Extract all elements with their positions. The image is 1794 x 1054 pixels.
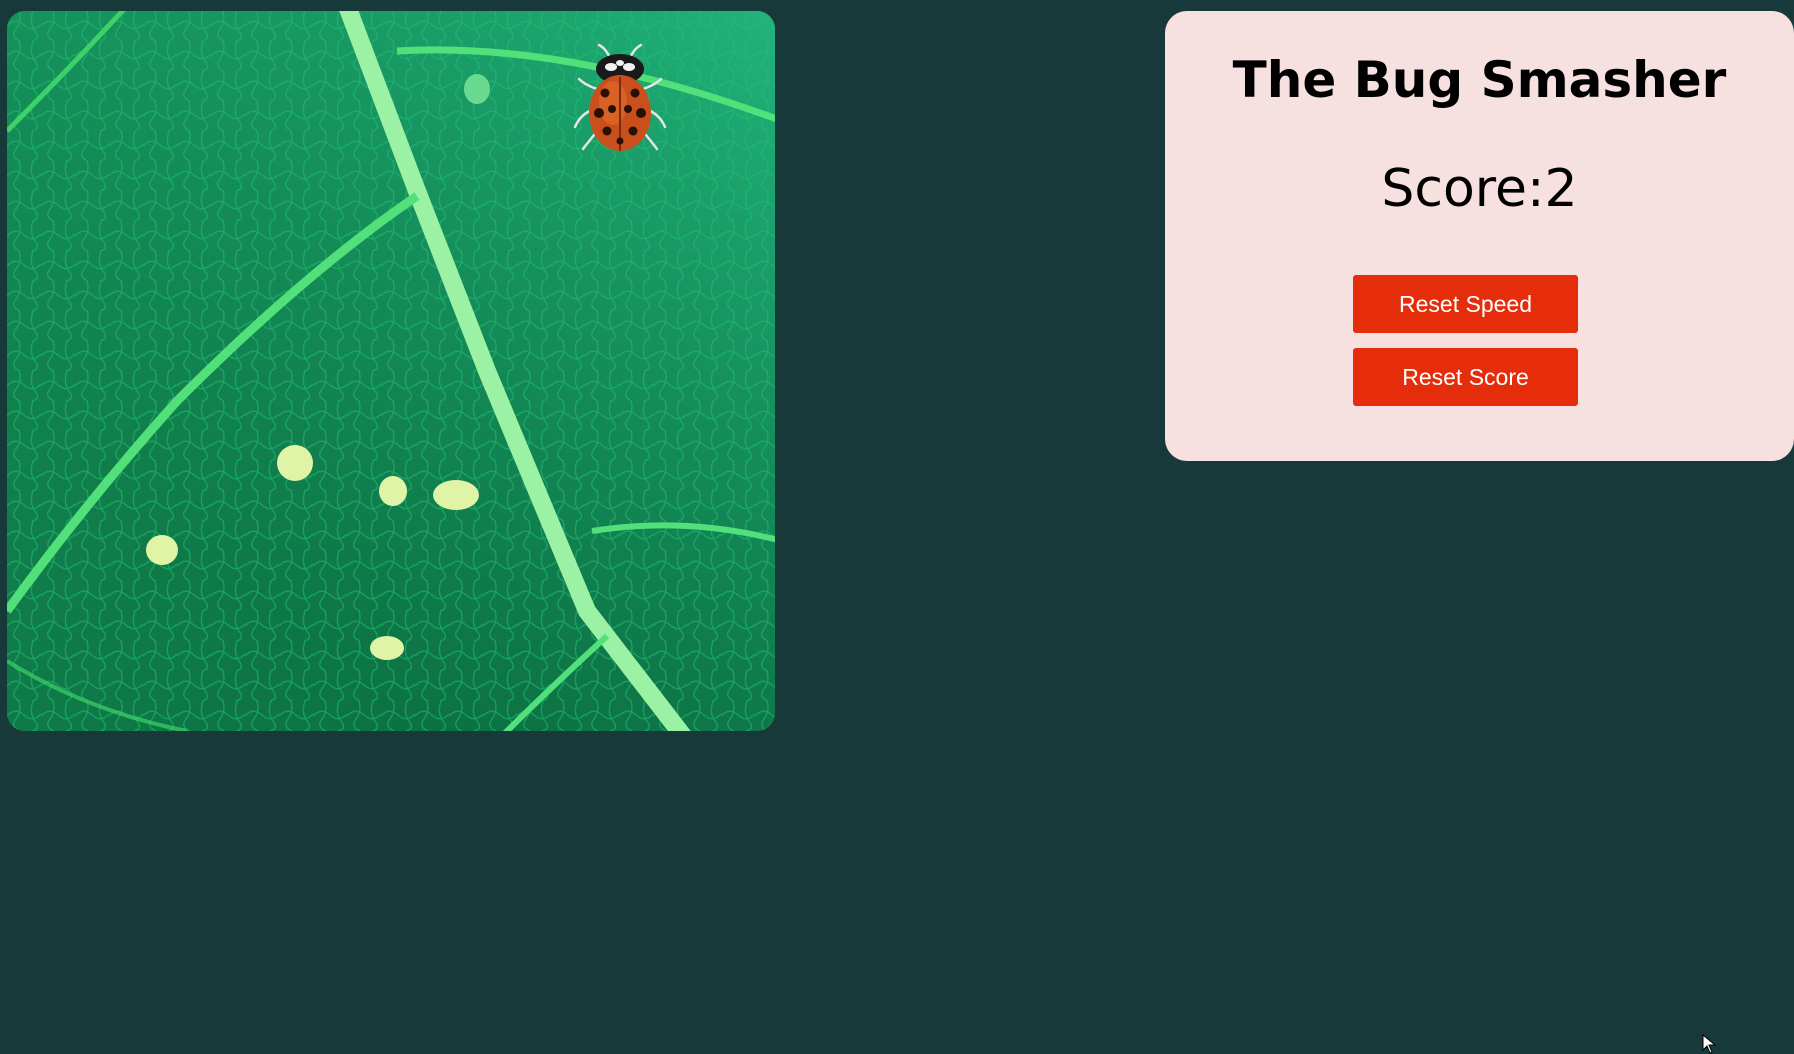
control-panel: The Bug Smasher Score:2 Reset Speed Rese…: [1165, 11, 1794, 461]
score-label: Score:: [1381, 159, 1545, 219]
reset-score-button[interactable]: Reset Score: [1353, 348, 1578, 406]
reset-speed-button[interactable]: Reset Speed: [1353, 275, 1578, 333]
ladybug-bug-target[interactable]: [567, 41, 673, 159]
game-board[interactable]: [7, 11, 775, 731]
game-title: The Bug Smasher: [1232, 51, 1727, 109]
ladybug-icon: [573, 43, 667, 151]
score-value: 2: [1544, 159, 1578, 219]
score-display: Score:2: [1165, 159, 1794, 219]
mouse-cursor-icon: [1702, 1034, 1717, 1054]
